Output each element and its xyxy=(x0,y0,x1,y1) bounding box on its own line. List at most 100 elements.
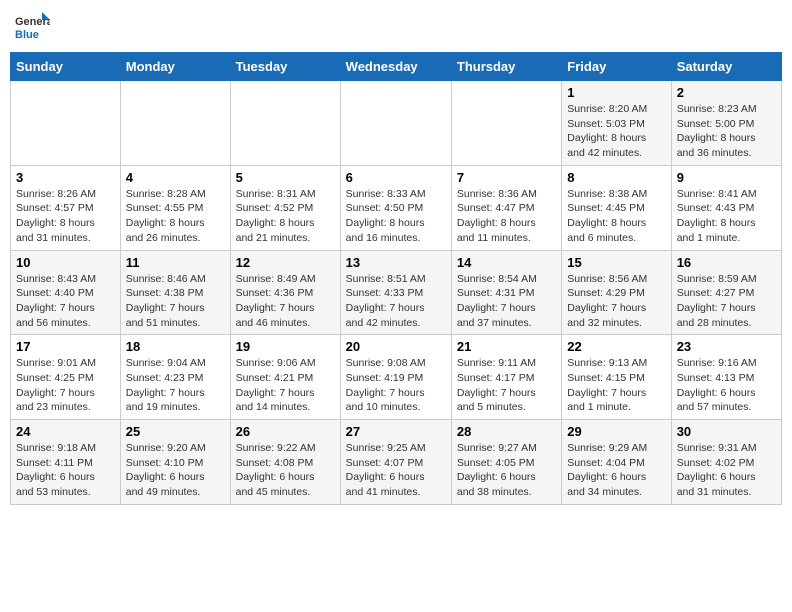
day-info: Sunrise: 8:51 AM Sunset: 4:33 PM Dayligh… xyxy=(346,272,446,331)
calendar-day: 25 Sunrise: 9:20 AM Sunset: 4:10 PM Dayli… xyxy=(120,420,230,505)
day-info: Sunrise: 8:20 AM Sunset: 5:03 PM Dayligh… xyxy=(567,102,665,161)
day-info: Sunrise: 8:36 AM Sunset: 4:47 PM Dayligh… xyxy=(457,187,556,246)
calendar-day: 21 Sunrise: 9:11 AM Sunset: 4:17 PM Dayli… xyxy=(451,335,561,420)
weekday-header: Sunday xyxy=(11,53,121,81)
calendar-day xyxy=(340,81,451,166)
logo-svg: General Blue xyxy=(14,10,50,46)
weekday-header: Wednesday xyxy=(340,53,451,81)
day-number: 27 xyxy=(346,424,446,439)
calendar-day xyxy=(230,81,340,166)
logo: General Blue xyxy=(14,10,50,46)
day-number: 3 xyxy=(16,170,115,185)
calendar-day: 20 Sunrise: 9:08 AM Sunset: 4:19 PM Dayli… xyxy=(340,335,451,420)
day-number: 8 xyxy=(567,170,665,185)
calendar-day: 3 Sunrise: 8:26 AM Sunset: 4:57 PM Daylig… xyxy=(11,165,121,250)
day-info: Sunrise: 8:28 AM Sunset: 4:55 PM Dayligh… xyxy=(126,187,225,246)
day-number: 6 xyxy=(346,170,446,185)
calendar-day: 7 Sunrise: 8:36 AM Sunset: 4:47 PM Daylig… xyxy=(451,165,561,250)
calendar-day: 16Sunrise: 8:59 AM Sunset: 4:27 PM Dayli… xyxy=(671,250,781,335)
day-number: 23 xyxy=(677,339,776,354)
calendar-day: 22 Sunrise: 9:13 AM Sunset: 4:15 PM Dayli… xyxy=(562,335,671,420)
day-number: 25 xyxy=(126,424,225,439)
calendar-week: 17 Sunrise: 9:01 AM Sunset: 4:25 PM Dayli… xyxy=(11,335,782,420)
day-info: Sunrise: 9:22 AM Sunset: 4:08 PM Dayligh… xyxy=(236,441,335,500)
calendar-day: 24Sunrise: 9:18 AM Sunset: 4:11 PM Dayli… xyxy=(11,420,121,505)
calendar-day xyxy=(11,81,121,166)
day-info: Sunrise: 9:13 AM Sunset: 4:15 PM Dayligh… xyxy=(567,356,665,415)
day-number: 2 xyxy=(677,85,776,100)
day-info: Sunrise: 8:56 AM Sunset: 4:29 PM Dayligh… xyxy=(567,272,665,331)
calendar-week: 10 Sunrise: 8:43 AM Sunset: 4:40 PM Dayli… xyxy=(11,250,782,335)
calendar-day: 10 Sunrise: 8:43 AM Sunset: 4:40 PM Dayli… xyxy=(11,250,121,335)
day-info: Sunrise: 9:27 AM Sunset: 4:05 PM Dayligh… xyxy=(457,441,556,500)
day-info: Sunrise: 9:31 AM Sunset: 4:02 PM Dayligh… xyxy=(677,441,776,500)
calendar-week: 3 Sunrise: 8:26 AM Sunset: 4:57 PM Daylig… xyxy=(11,165,782,250)
day-info: Sunrise: 8:26 AM Sunset: 4:57 PM Dayligh… xyxy=(16,187,115,246)
calendar-day: 17 Sunrise: 9:01 AM Sunset: 4:25 PM Dayli… xyxy=(11,335,121,420)
day-number: 28 xyxy=(457,424,556,439)
day-number: 18 xyxy=(126,339,225,354)
day-info: Sunrise: 9:01 AM Sunset: 4:25 PM Dayligh… xyxy=(16,356,115,415)
calendar-table: SundayMondayTuesdayWednesdayThursdayFrid… xyxy=(10,52,782,505)
day-info: Sunrise: 8:59 AM Sunset: 4:27 PM Dayligh… xyxy=(677,272,776,331)
calendar-day: 27Sunrise: 9:25 AM Sunset: 4:07 PM Dayli… xyxy=(340,420,451,505)
day-info: Sunrise: 8:23 AM Sunset: 5:00 PM Dayligh… xyxy=(677,102,776,161)
day-info: Sunrise: 8:31 AM Sunset: 4:52 PM Dayligh… xyxy=(236,187,335,246)
day-info: Sunrise: 9:16 AM Sunset: 4:13 PM Dayligh… xyxy=(677,356,776,415)
day-number: 13 xyxy=(346,255,446,270)
day-number: 11 xyxy=(126,255,225,270)
day-info: Sunrise: 9:04 AM Sunset: 4:23 PM Dayligh… xyxy=(126,356,225,415)
day-number: 12 xyxy=(236,255,335,270)
day-number: 30 xyxy=(677,424,776,439)
svg-text:Blue: Blue xyxy=(15,29,39,41)
day-info: Sunrise: 8:46 AM Sunset: 4:38 PM Dayligh… xyxy=(126,272,225,331)
day-info: Sunrise: 9:08 AM Sunset: 4:19 PM Dayligh… xyxy=(346,356,446,415)
day-number: 1 xyxy=(567,85,665,100)
day-number: 7 xyxy=(457,170,556,185)
day-info: Sunrise: 8:43 AM Sunset: 4:40 PM Dayligh… xyxy=(16,272,115,331)
day-info: Sunrise: 9:29 AM Sunset: 4:04 PM Dayligh… xyxy=(567,441,665,500)
day-info: Sunrise: 8:54 AM Sunset: 4:31 PM Dayligh… xyxy=(457,272,556,331)
weekday-header: Monday xyxy=(120,53,230,81)
calendar-week: 24Sunrise: 9:18 AM Sunset: 4:11 PM Dayli… xyxy=(11,420,782,505)
calendar-day: 28 Sunrise: 9:27 AM Sunset: 4:05 PM Dayli… xyxy=(451,420,561,505)
calendar-day: 26Sunrise: 9:22 AM Sunset: 4:08 PM Dayli… xyxy=(230,420,340,505)
day-number: 4 xyxy=(126,170,225,185)
calendar-day: 11 Sunrise: 8:46 AM Sunset: 4:38 PM Dayli… xyxy=(120,250,230,335)
calendar-day: 5 Sunrise: 8:31 AM Sunset: 4:52 PM Daylig… xyxy=(230,165,340,250)
day-number: 21 xyxy=(457,339,556,354)
day-info: Sunrise: 8:49 AM Sunset: 4:36 PM Dayligh… xyxy=(236,272,335,331)
day-info: Sunrise: 9:06 AM Sunset: 4:21 PM Dayligh… xyxy=(236,356,335,415)
page-header: General Blue xyxy=(10,10,782,46)
calendar-day: 2 Sunrise: 8:23 AM Sunset: 5:00 PM Daylig… xyxy=(671,81,781,166)
weekday-header: Tuesday xyxy=(230,53,340,81)
calendar-day: 8 Sunrise: 8:38 AM Sunset: 4:45 PM Daylig… xyxy=(562,165,671,250)
calendar-day: 29 Sunrise: 9:29 AM Sunset: 4:04 PM Dayli… xyxy=(562,420,671,505)
day-number: 17 xyxy=(16,339,115,354)
calendar-day xyxy=(120,81,230,166)
calendar-day: 6 Sunrise: 8:33 AM Sunset: 4:50 PM Daylig… xyxy=(340,165,451,250)
calendar-day: 18 Sunrise: 9:04 AM Sunset: 4:23 PM Dayli… xyxy=(120,335,230,420)
day-number: 19 xyxy=(236,339,335,354)
calendar-day: 9Sunrise: 8:41 AM Sunset: 4:43 PM Daylig… xyxy=(671,165,781,250)
day-number: 10 xyxy=(16,255,115,270)
calendar-day xyxy=(451,81,561,166)
day-info: Sunrise: 9:11 AM Sunset: 4:17 PM Dayligh… xyxy=(457,356,556,415)
day-number: 29 xyxy=(567,424,665,439)
day-number: 15 xyxy=(567,255,665,270)
calendar-day: 4 Sunrise: 8:28 AM Sunset: 4:55 PM Daylig… xyxy=(120,165,230,250)
calendar-day: 13 Sunrise: 8:51 AM Sunset: 4:33 PM Dayli… xyxy=(340,250,451,335)
day-info: Sunrise: 8:38 AM Sunset: 4:45 PM Dayligh… xyxy=(567,187,665,246)
day-number: 22 xyxy=(567,339,665,354)
calendar-day: 12 Sunrise: 8:49 AM Sunset: 4:36 PM Dayli… xyxy=(230,250,340,335)
calendar-day: 15 Sunrise: 8:56 AM Sunset: 4:29 PM Dayli… xyxy=(562,250,671,335)
day-info: Sunrise: 8:41 AM Sunset: 4:43 PM Dayligh… xyxy=(677,187,776,246)
day-number: 5 xyxy=(236,170,335,185)
calendar-day: 30 Sunrise: 9:31 AM Sunset: 4:02 PM Dayli… xyxy=(671,420,781,505)
weekday-header: Thursday xyxy=(451,53,561,81)
day-info: Sunrise: 9:20 AM Sunset: 4:10 PM Dayligh… xyxy=(126,441,225,500)
weekday-header: Saturday xyxy=(671,53,781,81)
day-number: 20 xyxy=(346,339,446,354)
day-info: Sunrise: 8:33 AM Sunset: 4:50 PM Dayligh… xyxy=(346,187,446,246)
calendar-day: 1 Sunrise: 8:20 AM Sunset: 5:03 PM Daylig… xyxy=(562,81,671,166)
